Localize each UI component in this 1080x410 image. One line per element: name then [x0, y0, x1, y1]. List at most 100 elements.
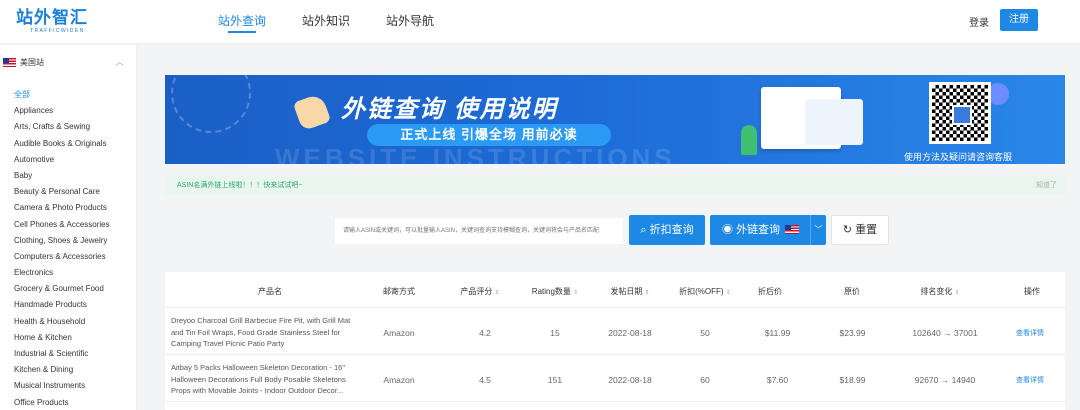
header-product-name: 产品名 — [258, 287, 282, 296]
category-item[interactable]: Cell Phones & Accessories — [14, 219, 110, 235]
category-item[interactable]: Handmade Products — [14, 299, 110, 315]
nav-offsite-knowledge[interactable]: 站外知识 — [302, 12, 350, 32]
header-sale-price: 折后价 — [758, 287, 782, 296]
header-rating-count[interactable]: Rating数量 ⇕ — [525, 286, 585, 297]
main-nav: 站外查询 站外知识 站外导航 — [218, 12, 470, 33]
category-item[interactable]: Kitchen & Dining — [14, 364, 110, 380]
us-flag-icon — [3, 58, 16, 67]
category-item[interactable]: Home & Kitchen — [14, 332, 110, 348]
site-logo[interactable]: 站外智汇 TRAFFICWIDEN — [16, 8, 88, 34]
register-button[interactable]: 注册 — [1000, 9, 1038, 31]
rating-count: 15 — [550, 328, 560, 338]
header-discount[interactable]: 折扣(%OFF) ⇕ — [675, 286, 735, 297]
login-link[interactable]: 登录 — [969, 14, 989, 29]
product-score: 4.5 — [479, 375, 491, 385]
us-flag-icon — [785, 225, 800, 234]
instructions-banner[interactable]: WEBSITE INSTRUCTIONS 外链查询 使用说明 正式上线 引爆全场… — [165, 75, 1065, 164]
decorative-circle — [171, 75, 251, 133]
results-table: 产品名 邮寄方式 产品评分 ⇕ Rating数量 ⇕ 发帖日期 ⇕ 折扣(%OF… — [165, 272, 1065, 410]
category-item[interactable]: Arts, Crafts & Sewing — [14, 121, 110, 137]
banner-watermark: WEBSITE INSTRUCTIONS — [275, 143, 676, 164]
post-date: 2022-08-18 — [608, 328, 652, 338]
banner-title: 外链查询 使用说明 — [341, 96, 558, 123]
discount-query-label: 折扣查询 — [649, 224, 694, 236]
site-selector[interactable]: 美国站 ︿ — [3, 57, 128, 68]
category-item[interactable]: Health & Household — [14, 316, 110, 332]
category-item[interactable]: Audible Books & Originals — [14, 138, 110, 154]
header-shipping: 邮寄方式 — [383, 287, 415, 296]
logo-text: 站外智汇 — [16, 8, 88, 28]
sale-price: $11.99 — [764, 328, 791, 338]
view-details-link[interactable]: 查看详情 — [1010, 328, 1050, 338]
category-item[interactable]: Appliances — [14, 105, 110, 121]
chevron-up-icon: ︿ — [114, 57, 124, 67]
sale-price: $7.60 — [766, 375, 789, 385]
original-price: $18.99 — [839, 375, 866, 385]
nav-offsite-query[interactable]: 站外查询 — [218, 12, 266, 33]
sort-icon: ⇕ — [644, 290, 650, 296]
category-list: 全部 Appliances Arts, Crafts & Sewing Audi… — [14, 89, 110, 410]
top-navbar: 站外智汇 TRAFFICWIDEN 站外查询 站外知识 站外导航 登录 注册 — [0, 0, 1080, 44]
header-rank-change-label: 排名变化 — [920, 287, 953, 296]
rating-count: 151 — [547, 375, 563, 385]
notice-dismiss-link[interactable]: 知道了 — [1036, 176, 1057, 195]
sort-icon: ⇕ — [954, 290, 960, 296]
header-rating-score[interactable]: 产品评分 ⇕ — [455, 286, 505, 297]
table-row: Aitbay 5 Packs Halloween Skeleton Decora… — [165, 356, 1065, 402]
notice-text: ASIN名满外链上线啦！！！快来试试吧~ — [177, 182, 303, 189]
sort-icon: ⇕ — [573, 290, 579, 296]
header-action: 操作 — [1024, 287, 1040, 296]
product-score: 4.2 — [479, 328, 491, 338]
search-icon: ⌕ — [640, 224, 650, 236]
category-item[interactable]: Grocery & Gourmet Food — [14, 283, 110, 299]
header-post-date-label: 发帖日期 — [610, 287, 643, 296]
header-rating-score-label: 产品评分 — [460, 287, 493, 296]
link-query-button[interactable]: ◉ 外链查询 — [710, 215, 810, 245]
view-details-link[interactable]: 查看详情 — [1010, 375, 1050, 385]
discount-value: 60 — [700, 375, 710, 385]
reset-label: 重置 — [855, 224, 878, 236]
banner-subtitle: 正式上线 引爆全场 用前必读 — [367, 124, 611, 146]
header-rank-change[interactable]: 排名变化 ⇕ — [915, 286, 965, 297]
category-item[interactable]: Computers & Accessories — [14, 251, 110, 267]
category-item[interactable]: Camera & Photo Products — [14, 202, 110, 218]
category-item[interactable]: 全部 — [14, 89, 110, 105]
shipping-method: Amazon — [383, 328, 415, 338]
category-item[interactable]: Musical Instruments — [14, 380, 110, 396]
discount-query-button[interactable]: ⌕ 折扣查询 — [629, 215, 705, 245]
reset-button[interactable]: ↻ 重置 — [831, 215, 889, 245]
original-price: $23.99 — [839, 328, 866, 338]
product-name[interactable]: Aitbay 5 Packs Halloween Skeleton Decora… — [171, 362, 361, 397]
link-query-label: 外链查询 — [736, 224, 781, 236]
search-input[interactable] — [335, 218, 623, 244]
category-item[interactable]: Electronics — [14, 267, 110, 283]
site-dropdown-button[interactable]: ﹀ — [810, 215, 826, 245]
category-item[interactable]: Automotive — [14, 154, 110, 170]
category-item[interactable]: Clothing, Shoes & Jewelry — [14, 235, 110, 251]
eye-icon: ◉ — [722, 224, 737, 236]
rank-change: 92670 → 14940 — [914, 375, 976, 385]
category-item[interactable]: Baby — [14, 170, 110, 186]
qr-code — [929, 82, 991, 144]
category-item[interactable]: Office Products — [14, 397, 110, 410]
qr-caption: 使用方法及疑问请咨询客服 — [904, 152, 1013, 162]
header-post-date[interactable]: 发帖日期 ⇕ — [605, 286, 655, 297]
header-rating-count-label: Rating数量 — [531, 287, 571, 296]
discount-value: 50 — [700, 328, 710, 338]
pointing-hand-icon — [292, 92, 332, 132]
table-row: Dreyoo Charcoal Grill Barbecue Fire Pit,… — [165, 309, 1065, 355]
product-name[interactable]: Dreyoo Charcoal Grill Barbecue Fire Pit,… — [171, 315, 361, 350]
nav-offsite-navigation[interactable]: 站外导航 — [386, 12, 434, 32]
table-header: 产品名 邮寄方式 产品评分 ⇕ Rating数量 ⇕ 发帖日期 ⇕ 折扣(%OF… — [165, 272, 1065, 308]
rank-change: 102640 → 37001 — [912, 328, 978, 338]
category-item[interactable]: Beauty & Personal Care — [14, 186, 110, 202]
refresh-icon: ↻ — [842, 224, 856, 236]
category-sidebar: 美国站 ︿ 全部 Appliances Arts, Crafts & Sewin… — [0, 45, 137, 410]
qr-code-icon — [932, 85, 988, 141]
header-discount-label: 折扣(%OFF) — [679, 287, 724, 296]
category-item[interactable]: Industrial & Scientific — [14, 348, 110, 364]
sort-icon: ⇕ — [725, 290, 731, 296]
chevron-down-icon: ﹀ — [814, 225, 823, 234]
post-date: 2022-08-18 — [608, 375, 652, 385]
site-label: 美国站 — [20, 58, 44, 67]
